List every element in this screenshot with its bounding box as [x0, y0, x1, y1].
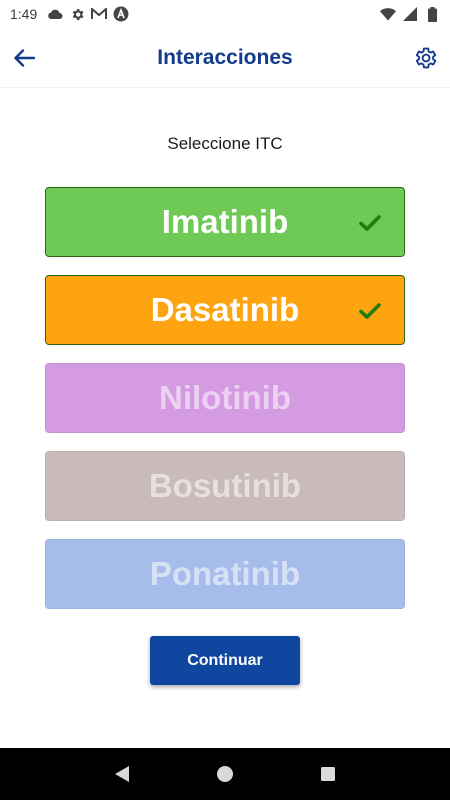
check-icon: [359, 215, 381, 231]
option-label: Dasatinib: [150, 291, 300, 328]
option-dasatinib[interactable]: Dasatinib: [45, 275, 405, 345]
nav-recents-button[interactable]: [313, 759, 343, 789]
continue-button[interactable]: Continuar: [150, 636, 300, 685]
option-imatinib[interactable]: Imatinib: [45, 187, 405, 257]
battery-icon: [424, 6, 440, 22]
status-left: 1:49: [10, 6, 129, 22]
app-bar: Interacciones: [0, 28, 450, 88]
recents-square-icon: [321, 767, 336, 781]
cloud-icon: [47, 6, 63, 22]
prompt-label: Seleccione ITC: [167, 134, 283, 153]
option-label: Nilotinib: [159, 379, 291, 416]
arrow-left-icon: [14, 49, 35, 67]
option-nilotinib[interactable]: Nilotinib: [45, 363, 405, 433]
screen: 1:49 Interacciones Seleccione ITC Imatin…: [0, 0, 450, 800]
system-nav-bar: [0, 748, 450, 800]
option-ponatinib[interactable]: Ponatinib: [45, 539, 405, 609]
option-label: Imatinib: [161, 203, 289, 240]
settings-button[interactable]: [408, 41, 442, 75]
page-title: Interacciones: [157, 45, 293, 69]
status-bar: 1:49: [0, 0, 450, 28]
check-icon: [359, 303, 381, 319]
app-a-icon: [113, 6, 129, 22]
back-triangle-icon: [114, 766, 129, 782]
option-label: Bosutinib: [148, 467, 302, 504]
home-circle-icon: [216, 766, 233, 782]
nav-back-button[interactable]: [107, 759, 137, 789]
gear-icon: [69, 6, 85, 22]
itc-options-list: Imatinib Dasatinib Nilotinib Bosutinib P…: [45, 187, 405, 627]
gear-icon: [415, 47, 437, 69]
nav-home-button[interactable]: [210, 759, 240, 789]
back-button[interactable]: [8, 42, 40, 74]
option-bosutinib[interactable]: Bosutinib: [45, 451, 405, 521]
gmail-icon: [91, 6, 108, 22]
signal-icon: [402, 6, 418, 22]
option-label: Ponatinib: [149, 555, 301, 592]
status-right: [380, 6, 440, 22]
wifi-icon: [380, 6, 396, 22]
status-time: 1:49: [10, 6, 38, 22]
